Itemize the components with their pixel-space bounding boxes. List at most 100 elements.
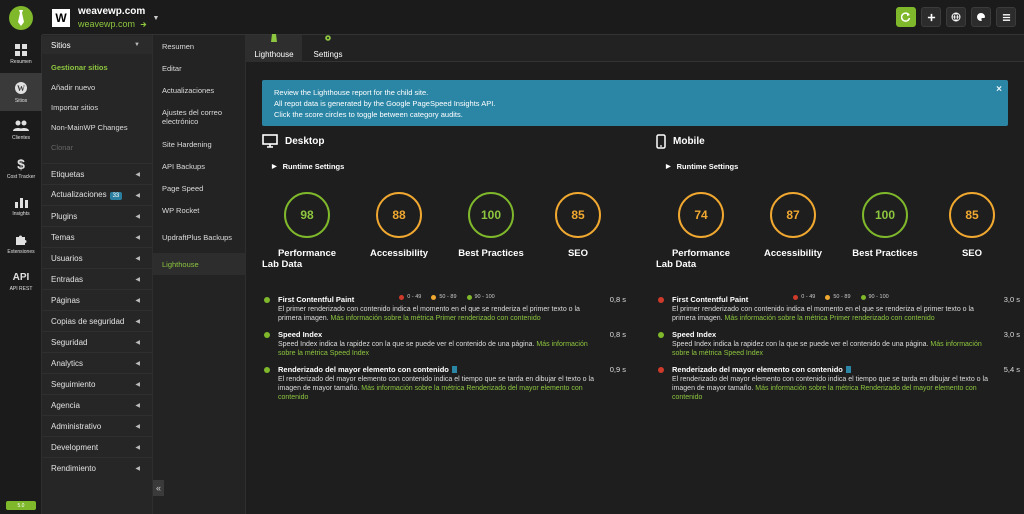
close-icon[interactable]: ×	[996, 84, 1002, 95]
chevron-left-icon: ◀	[135, 276, 140, 283]
menu-item-administrativo[interactable]: Administrativo ◀	[42, 415, 152, 436]
chevron-left-icon: ◀	[135, 171, 140, 178]
desktop-icon	[262, 134, 278, 148]
palette-icon	[977, 13, 985, 21]
rail-item-resumen[interactable]: Resumen	[0, 35, 42, 73]
metric-largest-contentful-paint: Renderizado del mayor elemento con conte…	[262, 365, 626, 402]
app-window: W weavewp.com weavewp.com ▼ Resumen W Si…	[0, 0, 1024, 514]
chevron-left-icon: ◀	[135, 444, 140, 451]
mobile-panel: Mobile ▶ Runtime Settings 74 Performance …	[656, 132, 1024, 300]
menu-item-label: Copias de seguridad	[51, 316, 125, 326]
rail-item-insights[interactable]: Insights	[0, 187, 42, 225]
score-best-practices[interactable]: 100 Best Practices	[446, 192, 536, 259]
chevron-down-icon[interactable]: ▼	[153, 15, 160, 22]
site-menu-resumen[interactable]: Resumen	[153, 35, 245, 57]
site-menu-lighthouse[interactable]: Lighthouse	[153, 253, 245, 275]
score-circle: 98	[284, 192, 330, 238]
runtime-settings-toggle[interactable]: ▶ Runtime Settings	[272, 162, 344, 171]
menu-sub-gestionar-sitios[interactable]: Gestionar sitios	[42, 57, 152, 77]
menu-item-copias-de-seguridad[interactable]: Copias de seguridad ◀	[42, 310, 152, 331]
site-menu-api-backups[interactable]: API Backups	[153, 155, 245, 177]
site-menu-actualizaciones[interactable]: Actualizaciones	[153, 79, 245, 101]
menu-item-plugins[interactable]: Plugins ◀	[42, 205, 152, 226]
menu-button[interactable]	[996, 7, 1016, 27]
menu-item-rendimiento[interactable]: Rendimiento ◀	[42, 457, 152, 478]
rail-label: Insights	[12, 210, 30, 217]
rail-label: API REST	[9, 286, 33, 292]
score-accessibility[interactable]: 87 Accessibility	[748, 192, 838, 259]
menu-sub-clonar: Clonar	[51, 142, 74, 152]
metric-link[interactable]: Más información sobre la métrica Primer …	[331, 315, 541, 322]
theme-button[interactable]	[971, 7, 991, 27]
menu-item-usuarios[interactable]: Usuarios ◀	[42, 247, 152, 268]
rail-item-extensiones[interactable]: Extensiones	[0, 225, 42, 263]
menu-item-label: Development	[51, 442, 99, 452]
metric-link[interactable]: Más información sobre la métrica Primer …	[725, 315, 935, 322]
site-menu-site-hardening[interactable]: Site Hardening	[153, 133, 245, 155]
runtime-settings-toggle[interactable]: ▶ Runtime Settings	[666, 162, 738, 171]
tie-icon	[18, 9, 24, 26]
tab-lighthouse[interactable]: Lighthouse	[246, 34, 302, 62]
chevron-left-icon: ◀	[135, 465, 140, 472]
site-menu-page-speed[interactable]: Page Speed	[153, 177, 245, 199]
mainwp-logo[interactable]	[0, 0, 42, 35]
menu-item-label: Seguridad	[51, 337, 88, 347]
site-menu-wp-rocket[interactable]: WP Rocket	[153, 199, 245, 221]
top-bar: W weavewp.com weavewp.com ▼	[0, 0, 1024, 35]
status-dot-icon	[264, 297, 270, 303]
updates-count-badge: 33	[109, 192, 123, 200]
mobile-icon	[656, 133, 666, 149]
menu-item-analytics[interactable]: Analytics ◀	[42, 352, 152, 373]
score-performance[interactable]: 74 Performance	[656, 192, 746, 259]
menu-item-agencia[interactable]: Agencia ◀	[42, 394, 152, 415]
menu-item-seguimiento[interactable]: Seguimiento ◀	[42, 373, 152, 394]
menu-item-development[interactable]: Development ◀	[42, 436, 152, 457]
menu-item-seguridad[interactable]: Seguridad ◀	[42, 331, 152, 352]
score-label: Best Practices	[852, 248, 918, 259]
site-menu-updraftplus-backups[interactable]: UpdraftPlus Backups	[153, 221, 245, 253]
site-url-link[interactable]: weavewp.com	[78, 18, 147, 30]
score-circle: 100	[862, 192, 908, 238]
metric-name: Renderizado del mayor elemento con conte…	[278, 365, 449, 374]
site-menu: Resumen Editar Actualizaciones Ajustes d…	[153, 35, 246, 514]
sync-icon	[901, 12, 911, 22]
menu-item-label: Temas	[51, 232, 75, 242]
menu-item-entradas[interactable]: Entradas ◀	[42, 268, 152, 289]
collapse-menu-button[interactable]: «	[153, 480, 164, 496]
external-link-icon	[140, 22, 146, 27]
status-dot-icon	[658, 332, 664, 338]
rail-item-clientes[interactable]: Clientes	[0, 111, 42, 149]
score-best-practices[interactable]: 100 Best Practices	[840, 192, 930, 259]
rail-label: Cost Tracker	[6, 173, 36, 180]
metric-name: First Contentful Paint	[672, 295, 749, 304]
score-performance[interactable]: 98 Performance	[262, 192, 352, 259]
menu-item-actualizaciones[interactable]: Actualizaciones 33 ◀	[42, 184, 152, 205]
menu-item-paginas[interactable]: Páginas ◀	[42, 289, 152, 310]
menu-sub-anadir-nuevo[interactable]: Añadir nuevo	[42, 77, 152, 97]
metric-value: 5,4 s	[1003, 365, 1020, 374]
score-seo[interactable]: 85 SEO	[927, 192, 1017, 259]
menu-section-sitios[interactable]: Sitios ▼	[42, 36, 152, 54]
menu-sub-importar-sitios[interactable]: Importar sitios	[42, 97, 152, 117]
add-button[interactable]	[921, 7, 941, 27]
menu-item-label: Etiquetas	[51, 169, 85, 179]
score-circle: 88	[376, 192, 422, 238]
rail-label: Clientes	[11, 134, 31, 141]
gear-icon	[325, 35, 331, 41]
score-seo[interactable]: 85 SEO	[533, 192, 623, 259]
rail-item-cost-tracker[interactable]: $ Cost Tracker	[0, 149, 42, 187]
rail-item-api-rest[interactable]: API API REST	[0, 263, 42, 301]
menu-sub-non-mainwp-changes[interactable]: Non-MainWP Changes	[42, 117, 152, 137]
site-switcher[interactable]: W weavewp.com weavewp.com ▼	[52, 6, 159, 30]
tab-settings[interactable]: Settings	[306, 35, 350, 62]
rail-item-sitios[interactable]: W Sitios	[0, 73, 42, 111]
menu-item-temas[interactable]: Temas ◀	[42, 226, 152, 247]
sync-button[interactable]	[896, 7, 916, 27]
score-accessibility[interactable]: 88 Accessibility	[354, 192, 444, 259]
tab-bar: Lighthouse Settings	[246, 34, 1024, 62]
site-menu-ajustes-correo[interactable]: Ajustes del correo electrónico	[153, 101, 245, 133]
tab-label: Settings	[313, 50, 343, 59]
language-button[interactable]	[946, 7, 966, 27]
menu-item-etiquetas[interactable]: Etiquetas ◀	[42, 163, 152, 184]
site-menu-editar[interactable]: Editar	[153, 57, 245, 79]
